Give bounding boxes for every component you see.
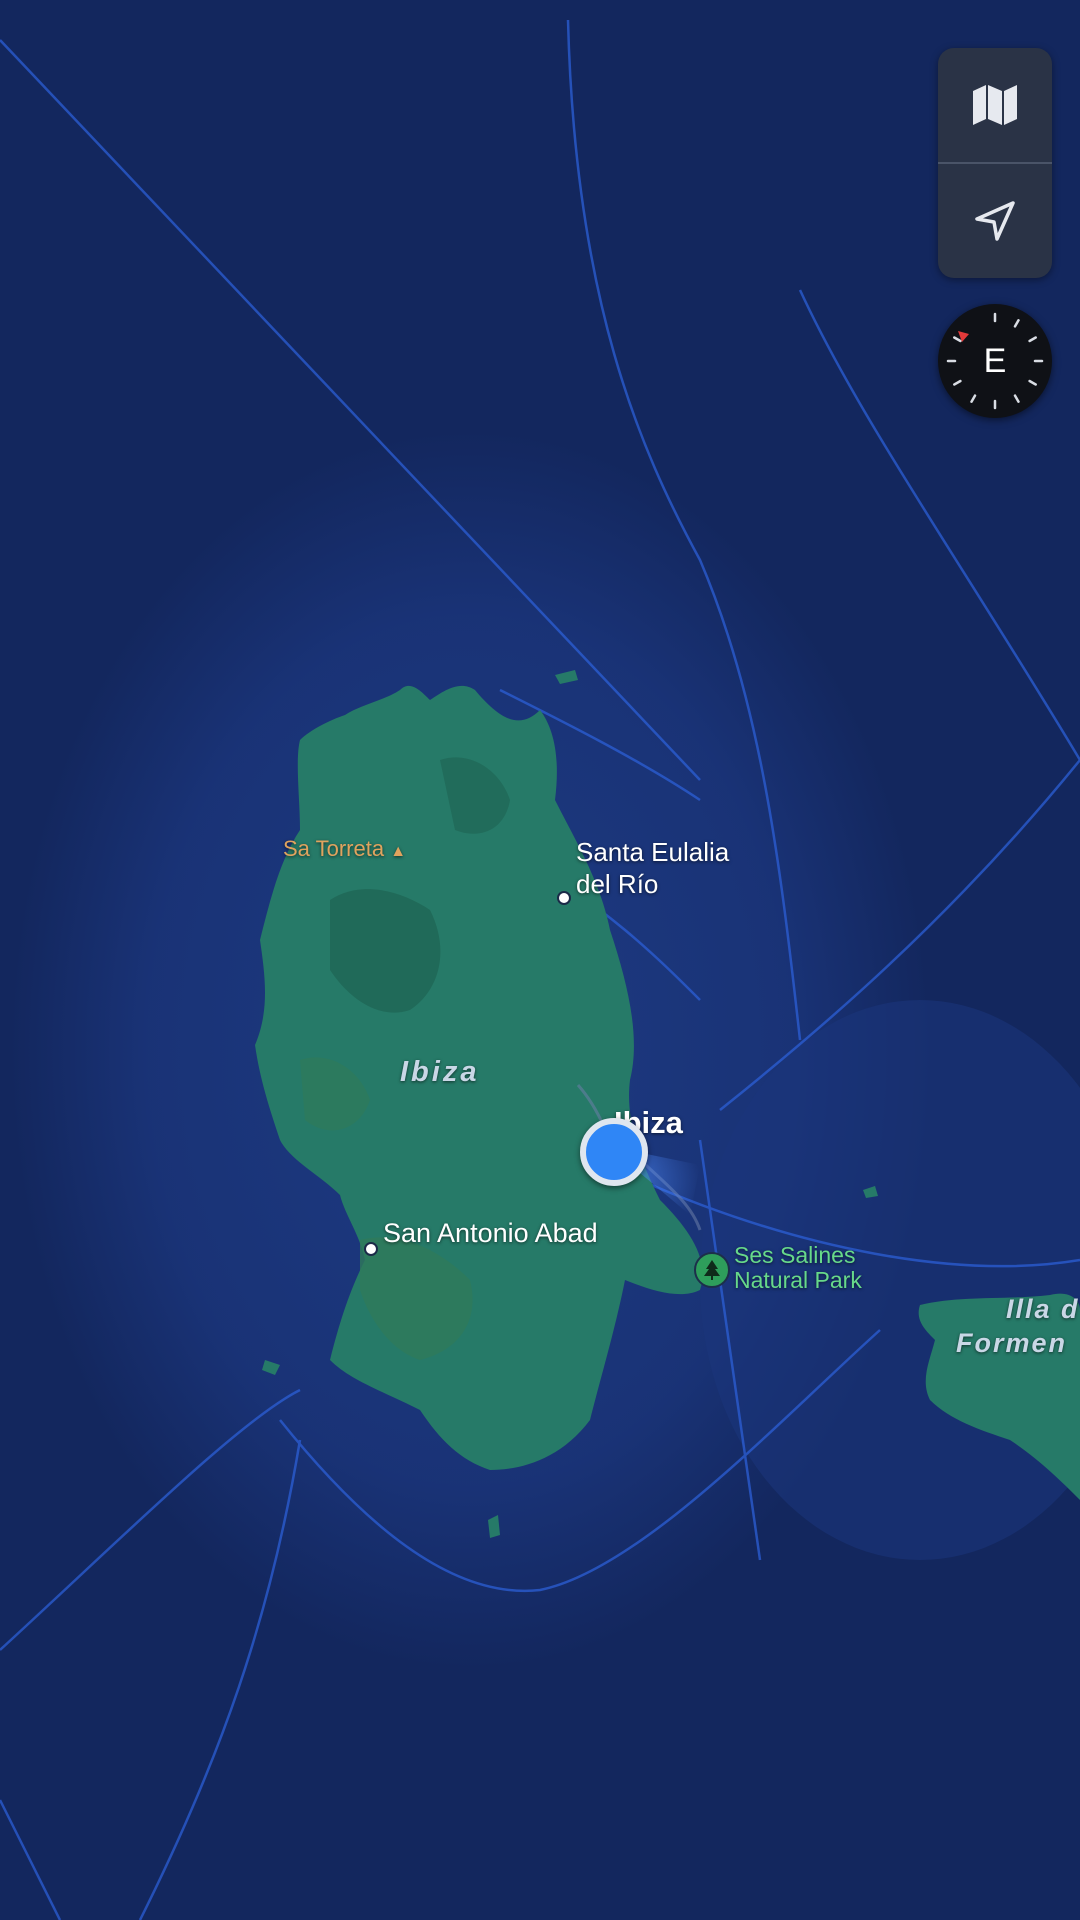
map-canvas[interactable] <box>0 0 1080 1920</box>
map-mode-button[interactable] <box>938 48 1052 162</box>
map-controls <box>938 48 1052 278</box>
compass-button[interactable]: E <box>938 304 1052 418</box>
locate-me-button[interactable] <box>938 164 1052 278</box>
san-antonio-marker <box>364 1242 378 1256</box>
formentera-label: Illa d Formen <box>956 1292 1080 1360</box>
santa-eulalia-label-line1: Santa Eulalia <box>576 837 730 867</box>
formentera-label-line1: Illa d <box>1006 1294 1080 1324</box>
formentera-label-line2: Formen <box>956 1328 1068 1358</box>
peak-triangle-icon: ▲ <box>390 843 407 860</box>
santa-eulalia-marker <box>557 891 571 905</box>
map-screen: Sa Torreta ▲ Santa Eulalia del Río Ibiza… <box>0 0 1080 1920</box>
ses-salines-label[interactable]: Ses Salines Natural Park <box>734 1243 862 1293</box>
map-icon <box>973 85 1017 125</box>
ses-salines-label-line1: Ses Salines <box>734 1242 856 1268</box>
santa-eulalia-label[interactable]: Santa Eulalia del Río <box>576 836 729 900</box>
ses-salines-label-line2: Natural Park <box>734 1267 862 1293</box>
tree-icon <box>694 1252 730 1288</box>
ibiza-region-label: Ibiza <box>400 1056 480 1088</box>
location-arrow-icon <box>975 201 1015 241</box>
compass-heading: E <box>983 341 1007 380</box>
santa-eulalia-label-line2: del Río <box>576 869 659 899</box>
san-antonio-label[interactable]: San Antonio Abad <box>383 1218 598 1249</box>
user-location-dot[interactable] <box>580 1118 648 1186</box>
sa-torreta-label: Sa Torreta ▲ <box>283 836 407 861</box>
